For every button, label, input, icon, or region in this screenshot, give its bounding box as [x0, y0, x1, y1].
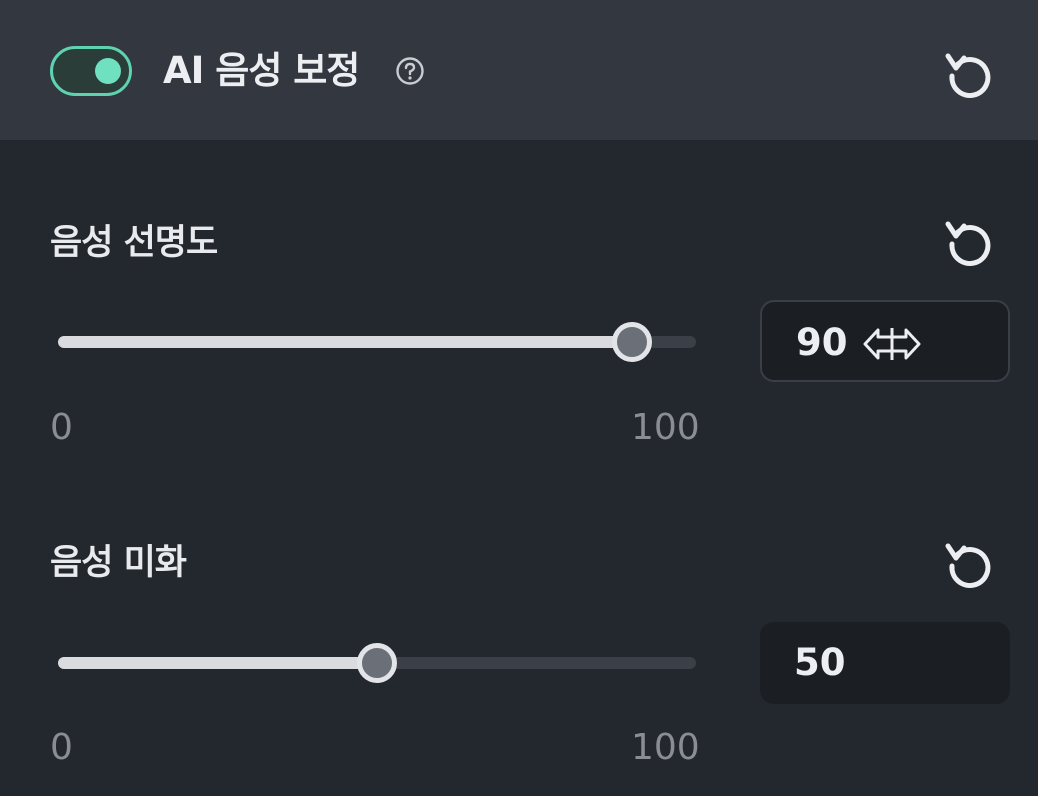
slider-fill — [58, 657, 377, 669]
horizontal-resize-cursor-icon — [863, 328, 921, 360]
clarity-value-input[interactable]: 90 — [760, 300, 1010, 382]
beautify-min-label: 0 — [50, 727, 73, 768]
beautify-slider[interactable] — [58, 643, 696, 683]
slider-thumb[interactable] — [357, 643, 397, 683]
beautify-reset-icon[interactable] — [942, 536, 998, 592]
slider-fill — [58, 336, 633, 348]
reset-icon[interactable] — [942, 46, 998, 102]
clarity-min-label: 0 — [50, 407, 73, 448]
clarity-reset-icon[interactable] — [942, 214, 998, 270]
ai-voice-correction-panel: AI 음성 보정 음성 선명도 0 100 90 음성 미화 0 100 50 — [0, 0, 1038, 796]
toggle-knob — [95, 58, 121, 84]
beautify-value: 50 — [794, 641, 846, 684]
clarity-slider[interactable] — [58, 322, 696, 362]
panel-title: AI 음성 보정 — [163, 49, 360, 92]
ai-voice-correction-toggle[interactable] — [50, 46, 132, 96]
slider-thumb[interactable] — [612, 322, 653, 362]
beautify-max-label: 100 — [631, 727, 700, 768]
clarity-value: 90 — [796, 321, 848, 364]
clarity-max-label: 100 — [631, 407, 700, 448]
beautify-label: 음성 미화 — [50, 543, 187, 583]
panel-header: AI 음성 보정 — [0, 0, 1038, 140]
clarity-label: 음성 선명도 — [50, 223, 218, 263]
beautify-value-input[interactable]: 50 — [760, 622, 1010, 704]
question-circle-icon[interactable] — [395, 56, 425, 86]
